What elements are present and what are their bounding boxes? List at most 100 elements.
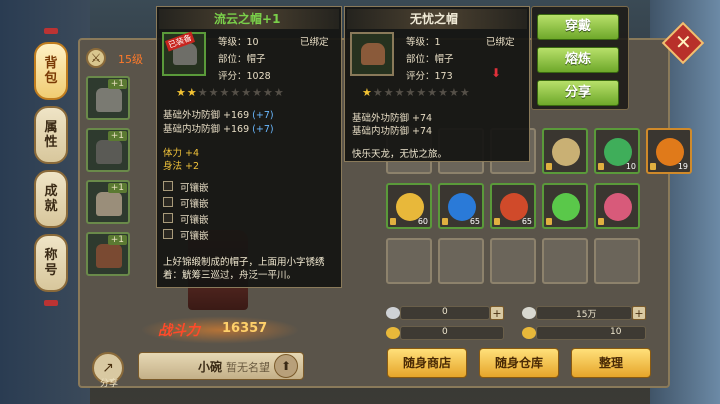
- stat-text: 基础外功防御 +169: [163, 110, 250, 121]
- equip-slot-helmet[interactable]: +1: [86, 76, 130, 120]
- tab-attributes[interactable]: 属性: [34, 106, 68, 164]
- socket-label: 可镶嵌: [180, 215, 209, 226]
- share-label: 分享: [100, 379, 119, 389]
- equip-button[interactable]: 穿戴: [537, 14, 619, 40]
- currency-ingot-value: 0: [442, 327, 448, 337]
- inventory-slot[interactable]: 65: [438, 183, 484, 229]
- inventory-slot[interactable]: 19: [646, 128, 692, 174]
- tab-label-char: 就: [44, 199, 58, 214]
- stat-text: 基础内功防御 +169: [163, 124, 250, 135]
- tab-ornament: [44, 300, 58, 306]
- lock-icon: [546, 163, 552, 170]
- slot-plus-label: +1: [107, 183, 127, 193]
- helmet-icon: [96, 88, 122, 112]
- item-count: 10: [625, 162, 636, 171]
- socket-label: 可镶嵌: [180, 231, 209, 242]
- inventory-slot[interactable]: [542, 128, 588, 174]
- tooltip-current-level: 等级：10: [218, 37, 259, 48]
- slot-plus-label: +1: [107, 131, 127, 141]
- tooltip-compare-stars: ★★★★★★★★★★: [362, 86, 471, 99]
- shop-button[interactable]: 随身商店: [387, 348, 467, 378]
- arrow-up-icon: ⬆: [280, 359, 292, 373]
- tab-label-char: 称: [44, 248, 58, 263]
- share-item-button[interactable]: 分享: [537, 80, 619, 106]
- inventory-slot[interactable]: 65: [490, 183, 536, 229]
- star-empty-icon: ★: [427, 86, 439, 99]
- down-arrow-icon: ⬇: [491, 66, 502, 80]
- shoulder-icon: [96, 192, 122, 216]
- tooltip-compare-item: [344, 6, 530, 162]
- tooltip-current-bound: 已绑定: [300, 37, 329, 48]
- star-empty-icon: ★: [383, 86, 395, 99]
- equip-slot-shoulder[interactable]: +1: [86, 180, 130, 224]
- sort-button[interactable]: 整理: [571, 348, 651, 378]
- star-filled-icon: ★: [176, 86, 187, 99]
- smelt-button[interactable]: 熔炼: [537, 47, 619, 73]
- armor-icon: [96, 140, 122, 164]
- star-filled-icon: ★: [186, 86, 198, 99]
- star-empty-icon: ★: [394, 86, 406, 99]
- currency-gold-value: 15万: [576, 310, 597, 320]
- coin-icon: [522, 307, 536, 319]
- tab-label-char: 包: [44, 71, 58, 86]
- equip-slot-armor[interactable]: +1: [86, 128, 130, 172]
- lock-icon: [598, 218, 604, 225]
- star-empty-icon: ★: [459, 86, 471, 99]
- tooltip-current-stars: ★★★★★★★★★★: [176, 86, 285, 99]
- tooltip-compare-level: 等级：1: [406, 37, 441, 48]
- star-filled-icon: ★: [362, 86, 373, 99]
- tab-label-char: 性: [44, 135, 58, 150]
- tooltip-compare-part: 部位：帽子: [406, 54, 454, 65]
- title-up-button[interactable]: ⬆: [274, 354, 298, 378]
- jade-icon: [552, 193, 580, 221]
- inventory-slot[interactable]: [490, 238, 536, 284]
- share-icon: ↗: [102, 360, 114, 376]
- add-silver-button[interactable]: +: [490, 306, 504, 320]
- tooltip-compare-score: 评分：173: [406, 71, 453, 82]
- tab-label-char: 属: [44, 120, 58, 135]
- tooltip-current-icon: 已装备: [162, 31, 206, 76]
- tooltip-current-desc: 上好锦缎制成的帽子，上面用小字锈绣着：觥筹三巡过，舟泛一平川。: [163, 257, 325, 281]
- lock-icon: [546, 218, 552, 225]
- root: 背包 属性 成就 称号 ⚔ 15级 +1 +1 +1 +1 战斗力 16357 …: [0, 0, 720, 404]
- tooltip-compare-icon: [350, 32, 394, 76]
- inventory-slot[interactable]: [542, 183, 588, 229]
- inventory-slot[interactable]: [438, 238, 484, 284]
- socket-checkbox: [163, 197, 173, 207]
- tooltip-current-stat2: 基础内功防御 +169 (+7): [163, 121, 274, 135]
- tab-titles[interactable]: 称号: [34, 234, 68, 292]
- item-count: 65: [469, 217, 480, 226]
- star-empty-icon: ★: [416, 86, 428, 99]
- warehouse-button[interactable]: 随身仓库: [479, 348, 559, 378]
- star-empty-icon: ★: [273, 86, 285, 99]
- inventory-slot[interactable]: [542, 238, 588, 284]
- ingot-icon: [386, 327, 400, 339]
- socket-label: 可镶嵌: [180, 199, 209, 210]
- tooltip-current-stat1: 基础外功防御 +169 (+7): [163, 107, 274, 121]
- item-count: 60: [417, 217, 428, 226]
- star-empty-icon: ★: [208, 86, 220, 99]
- tab-bag[interactable]: 背包: [34, 42, 68, 100]
- inventory-slot[interactable]: 10: [594, 128, 640, 174]
- inventory-slot[interactable]: [386, 238, 432, 284]
- tab-label-char: 成: [44, 184, 58, 199]
- tab-ornament: [44, 28, 58, 34]
- currency-bound-ingot-value: 10: [610, 327, 622, 337]
- star-empty-icon: ★: [252, 86, 263, 99]
- inventory-slot[interactable]: 60: [386, 183, 432, 229]
- tooltip-current-score: 评分：1028: [218, 71, 271, 82]
- star-empty-icon: ★: [405, 86, 417, 99]
- socket-label: 可镶嵌: [180, 183, 209, 194]
- tab-achievements[interactable]: 成就: [34, 170, 68, 228]
- equip-slot-boots[interactable]: +1: [86, 232, 130, 276]
- inventory-slot[interactable]: [594, 238, 640, 284]
- character-title: 暂无名望: [226, 361, 270, 374]
- stat-bonus: (+7): [252, 110, 274, 121]
- tooltip-compare-title: 无忧之帽: [410, 12, 459, 26]
- star-empty-icon: ★: [219, 86, 231, 99]
- star-empty-icon: ★: [263, 86, 274, 99]
- inventory-slot[interactable]: [594, 183, 640, 229]
- add-gold-button[interactable]: +: [632, 306, 646, 320]
- star-empty-icon: ★: [438, 86, 449, 99]
- hat-icon: [361, 43, 385, 65]
